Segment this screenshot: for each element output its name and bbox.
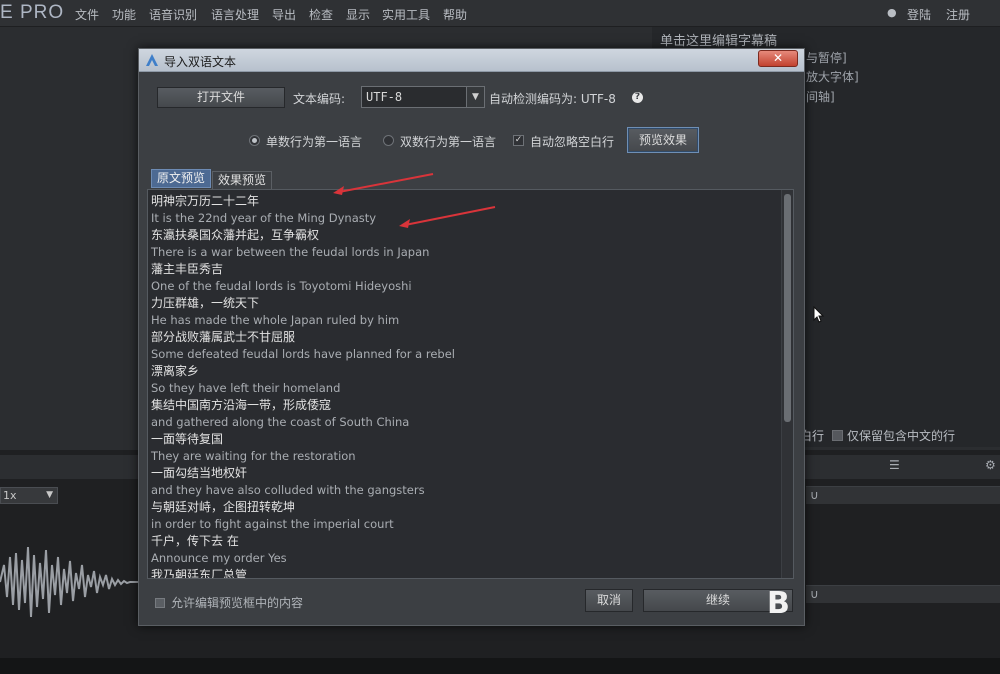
scrollbar-thumb[interactable]: [784, 194, 791, 422]
app-logo: E PRO: [0, 2, 65, 23]
gear-icon[interactable]: ⚙: [985, 458, 996, 472]
menu-bar: E PRO 文件 功能 语音识别 语言处理 导出 检查 显示 实用工具 帮助 ●…: [0, 0, 1000, 27]
text-line: 藩主丰臣秀吉: [151, 262, 224, 276]
allow-edit-label: 允许编辑预览框中的内容: [171, 596, 304, 610]
encoding-select[interactable]: UTF-8 ▼: [361, 86, 485, 108]
text-line: 明神宗万历二十二年: [151, 194, 260, 208]
menu-help[interactable]: 帮助: [443, 6, 467, 23]
close-button[interactable]: ✕: [758, 50, 798, 67]
text-line: They are waiting for the restoration: [151, 449, 356, 463]
side-hint-1: 与暂停]: [806, 51, 847, 65]
radio-even-first[interactable]: [383, 135, 394, 146]
audio-waveform: [0, 546, 140, 618]
tab-effect-preview[interactable]: 效果预览: [212, 171, 273, 190]
text-line: 东瀛扶桑国众藩并起，互争霸权: [151, 228, 320, 242]
text-line: and they have also colluded with the gan…: [151, 483, 425, 497]
mouse-cursor-icon: [813, 306, 825, 323]
red-arrow-annotation: [333, 173, 434, 195]
encoding-value: UTF-8: [366, 90, 403, 104]
track-bar-1: [806, 486, 1000, 504]
cancel-button[interactable]: 取消: [585, 589, 633, 612]
list-icon[interactable]: ☰: [889, 458, 900, 472]
text-line: 我乃朝廷东厂总管: [151, 568, 248, 579]
chevron-down-icon[interactable]: ▼: [466, 87, 484, 107]
text-line: in order to fight against the imperial c…: [151, 517, 394, 531]
text-line: There is a war between the feudal lords …: [151, 245, 430, 259]
side-hint-3: 间轴]: [806, 90, 835, 104]
help-icon[interactable]: ?: [632, 92, 643, 103]
register-link[interactable]: 注册: [946, 6, 970, 23]
text-line: Announce my order Yes: [151, 551, 287, 565]
text-line: 集结中国南方沿海一带，形成倭寇: [151, 398, 332, 412]
dialog-title: 导入双语文本: [164, 55, 237, 69]
ignore-blank-checkbox[interactable]: ✓: [513, 135, 524, 146]
text-line: 部分战败藩属武士不甘屈服: [151, 330, 296, 344]
user-icon: ●: [887, 6, 897, 19]
menu-display[interactable]: 显示: [346, 6, 370, 23]
chevron-down-icon: ▼: [46, 490, 53, 500]
red-arrow-annotation: [399, 206, 496, 228]
import-bilingual-dialog: 导入双语文本 ✕ 打开文件 文本编码: UTF-8 ▼ 自动检测编码为: UTF…: [138, 48, 805, 626]
edit-hint[interactable]: 单击这里编辑字幕稿: [660, 30, 777, 49]
text-line: He has made the whole Japan ruled by him: [151, 313, 400, 327]
text-line: 一面等待复国: [151, 432, 224, 446]
text-line: 一面勾结当地权奸: [151, 466, 248, 480]
preview-button[interactable]: 预览效果: [627, 127, 699, 153]
menu-language-processing[interactable]: 语言处理: [211, 6, 259, 23]
status-bar: [0, 658, 1000, 674]
menu-file[interactable]: 文件: [75, 6, 99, 23]
encoding-label: 文本编码:: [293, 92, 346, 106]
keep-chinese-checkbox[interactable]: [832, 430, 844, 441]
text-line: So they have left their homeland: [151, 381, 341, 395]
text-line: 与朝廷对峙，企图扭转乾坤: [151, 500, 296, 514]
radio-odd-first[interactable]: [249, 135, 260, 146]
allow-edit-option[interactable]: 允许编辑预览框中的内容: [155, 594, 303, 611]
preview-textarea[interactable]: 明神宗万历二十二年 It is the 22nd year of the Min…: [147, 189, 794, 579]
menu-check[interactable]: 检查: [309, 6, 333, 23]
watermark-logo: B: [767, 586, 790, 621]
menu-tools[interactable]: 实用工具: [382, 6, 430, 23]
speed-value: 1x: [3, 489, 17, 502]
text-line: 漂离家乡: [151, 364, 200, 378]
magnet-icon-2[interactable]: ∪: [810, 587, 819, 601]
text-line: 力压群雄，一统天下: [151, 296, 260, 310]
menu-export[interactable]: 导出: [272, 6, 296, 23]
login-link[interactable]: 登陆: [907, 6, 931, 23]
text-line: One of the feudal lords is Toyotomi Hide…: [151, 279, 412, 293]
side-hint-2: 放大字体]: [806, 70, 859, 84]
ignore-blank-label[interactable]: 自动忽略空白行: [530, 133, 614, 150]
keep-chinese-label: 仅保留包含中文的行: [847, 429, 956, 443]
speed-select[interactable]: 1x ▼: [0, 487, 58, 504]
open-file-button[interactable]: 打开文件: [157, 87, 285, 108]
magnet-icon[interactable]: ∪: [810, 488, 819, 502]
text-line: 千户，传下去 在: [151, 534, 239, 548]
dialog-titlebar[interactable]: 导入双语文本 ✕: [139, 49, 804, 72]
text-line: Some defeated feudal lords have planned …: [151, 347, 455, 361]
scrollbar[interactable]: [781, 190, 793, 578]
allow-edit-checkbox[interactable]: [155, 598, 165, 608]
auto-detect-label: 自动检测编码为: UTF-8: [489, 92, 616, 106]
filter-row: 白行 仅保留包含中文的行: [800, 427, 955, 444]
track-bar-2: [806, 585, 1000, 603]
text-line: and gathered along the coast of South Ch…: [151, 415, 410, 429]
tab-original-preview[interactable]: 原文预览: [151, 169, 212, 188]
menu-speech-recognition[interactable]: 语音识别: [149, 6, 197, 23]
app-icon: [146, 54, 158, 66]
menu-function[interactable]: 功能: [112, 6, 136, 23]
text-line: It is the 22nd year of the Ming Dynasty: [151, 211, 377, 225]
radio-odd-first-label[interactable]: 单数行为第一语言: [266, 133, 362, 150]
radio-even-first-label[interactable]: 双数行为第一语言: [400, 133, 496, 150]
